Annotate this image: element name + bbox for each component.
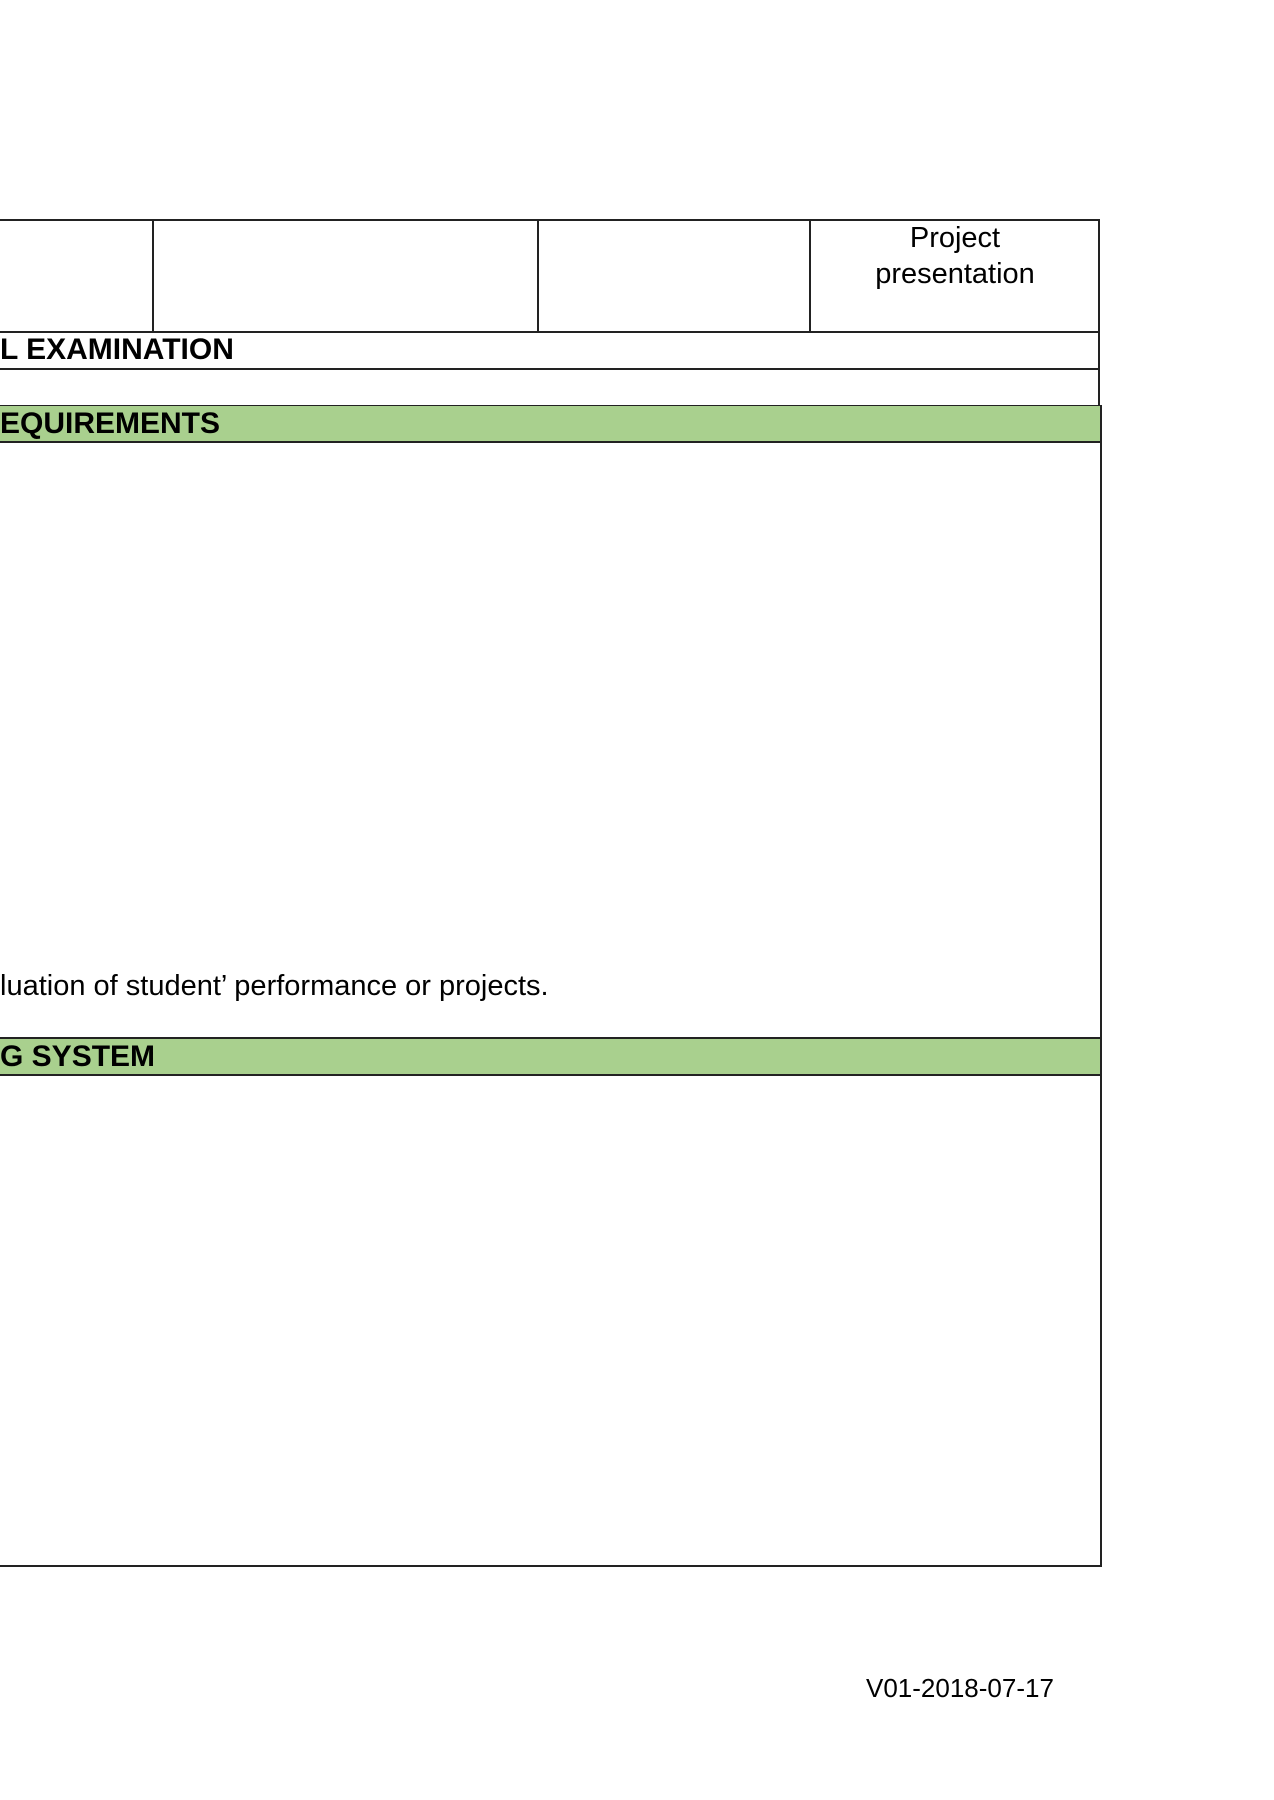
table-cell-2 — [153, 220, 538, 331]
project-presentation-label: Project presentation — [875, 222, 1035, 290]
grading-right-border — [1100, 1037, 1102, 1567]
table-divider-1 — [152, 219, 154, 332]
requirements-text: luation of student’ performance or proje… — [0, 970, 549, 1002]
document-page: { "table_top": { "cells": ["", "", "", "… — [0, 0, 1274, 1800]
table-cell-1 — [0, 220, 153, 331]
grading-band-bottom-border — [0, 1074, 1102, 1076]
requirements-band-bottom-border — [0, 441, 1102, 443]
grading-band — [0, 1039, 1100, 1074]
final-examination-heading: L EXAMINATION — [0, 333, 234, 366]
table-top-border — [0, 219, 1100, 221]
table-divider-3 — [809, 219, 811, 332]
table-cell-3 — [538, 220, 810, 331]
requirements-heading: EQUIREMENTS — [0, 407, 221, 440]
grading-system-heading: G SYSTEM — [0, 1040, 156, 1073]
version-label: V01-2018-07-17 — [866, 1673, 1054, 1703]
table-right-border-upper — [1098, 219, 1100, 407]
table-cell-project-presentation: Project presentation — [810, 220, 1100, 331]
grading-bottom-border — [0, 1565, 1102, 1567]
exam-row-bottom-border — [0, 368, 1100, 370]
table-divider-2 — [537, 219, 539, 332]
requirements-right-border — [1100, 405, 1102, 1039]
